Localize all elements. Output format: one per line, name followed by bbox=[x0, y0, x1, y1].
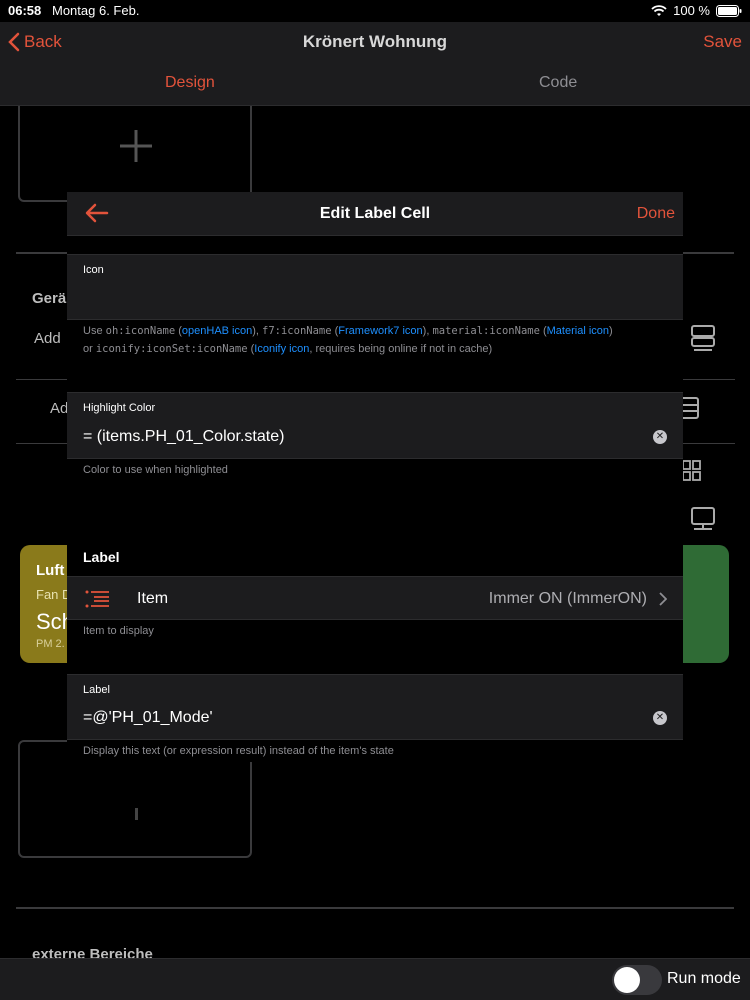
item-hint: Item to display bbox=[83, 625, 154, 637]
divider bbox=[683, 379, 735, 380]
framework7-icon-link[interactable]: Framework7 icon bbox=[338, 325, 422, 337]
label-field-label: Label bbox=[83, 684, 110, 696]
layout-card-icon[interactable] bbox=[690, 506, 716, 534]
highlight-color-input[interactable]: = (items.PH_01_Color.state) bbox=[83, 428, 284, 446]
iconify-icon-link[interactable]: Iconify icon bbox=[254, 343, 309, 355]
item-row[interactable]: Item Immer ON (ImmerON) bbox=[67, 576, 683, 620]
icon-field-label: Icon bbox=[83, 264, 104, 276]
layout-list-icon[interactable] bbox=[680, 396, 700, 420]
clear-icon[interactable]: ✕ bbox=[653, 711, 667, 725]
wifi-icon bbox=[651, 4, 667, 16]
layout-grid-icon[interactable] bbox=[682, 460, 702, 482]
add-widget-box[interactable] bbox=[18, 106, 252, 202]
add-link[interactable]: Ad bbox=[50, 400, 68, 417]
clear-icon[interactable]: ✕ bbox=[653, 430, 667, 444]
status-right: 100 % bbox=[651, 3, 742, 18]
openhab-icon-link[interactable]: openHAB icon bbox=[182, 325, 252, 337]
add-link[interactable]: Add bbox=[34, 330, 61, 347]
highlight-color-field[interactable]: Highlight Color = (items.PH_01_Color.sta… bbox=[67, 392, 683, 459]
status-bar: 06:58 Montag 6. Feb. 100 % bbox=[0, 0, 750, 22]
label-input[interactable]: =@'PH_01_Mode' bbox=[83, 709, 213, 727]
plus-icon bbox=[120, 130, 152, 162]
section-label: Gerä bbox=[32, 290, 67, 307]
label-field[interactable]: Label =@'PH_01_Mode' ✕ bbox=[67, 674, 683, 740]
page-title: Krönert Wohnung bbox=[302, 32, 448, 51]
material-icon-link[interactable]: Material icon bbox=[547, 325, 609, 337]
label-hint: Display this text (or expression result)… bbox=[83, 745, 394, 757]
item-label: Item bbox=[137, 590, 169, 607]
cursor-mark bbox=[135, 808, 138, 820]
divider bbox=[683, 443, 735, 444]
icon-hint-line1: Use oh:iconName (openHAB icon), f7:iconN… bbox=[83, 325, 613, 337]
tab-design[interactable]: Design bbox=[165, 74, 215, 92]
modal-title: Edit Label Cell bbox=[319, 205, 431, 222]
divider bbox=[16, 379, 68, 380]
run-mode-toggle[interactable] bbox=[612, 965, 662, 995]
save-button[interactable]: Save bbox=[703, 32, 742, 52]
icon-field[interactable]: Icon bbox=[67, 254, 683, 320]
divider bbox=[16, 907, 734, 909]
label-section-title: Label bbox=[83, 549, 120, 565]
card-title: Luft bbox=[36, 562, 65, 579]
chevron-right-icon bbox=[659, 592, 667, 606]
edit-label-cell-modal: Edit Label Cell Done Icon Use oh:iconNam… bbox=[67, 192, 683, 762]
modal-header: Edit Label Cell Done bbox=[67, 192, 683, 236]
status-time: 06:58 bbox=[8, 3, 42, 18]
status-date: Montag 6. Feb. bbox=[52, 3, 140, 18]
icon-hint: Use oh:iconName (openHAB icon), f7:iconN… bbox=[83, 322, 683, 358]
layout-rows-icon[interactable] bbox=[690, 324, 716, 352]
navigation-bar: Back Krönert Wohnung Save Design Code bbox=[0, 22, 750, 106]
card-footer: PM 2. bbox=[36, 638, 65, 650]
item-value: Immer ON (ImmerON) bbox=[488, 590, 647, 607]
highlight-color-label: Highlight Color bbox=[83, 402, 156, 414]
run-mode-bar: Run mode bbox=[0, 958, 750, 1000]
done-button[interactable]: Done bbox=[637, 205, 675, 223]
battery-percent: 100 % bbox=[673, 3, 710, 18]
divider bbox=[16, 443, 68, 444]
toggle-knob bbox=[614, 967, 640, 993]
highlight-color-hint: Color to use when highlighted bbox=[83, 464, 228, 476]
icon-hint-line2: or iconify:iconSet:iconName (Iconify ico… bbox=[83, 343, 493, 355]
list-icon bbox=[85, 590, 109, 608]
tab-code[interactable]: Code bbox=[539, 74, 577, 92]
battery-icon bbox=[716, 4, 742, 17]
run-mode-label: Run mode bbox=[667, 970, 741, 987]
